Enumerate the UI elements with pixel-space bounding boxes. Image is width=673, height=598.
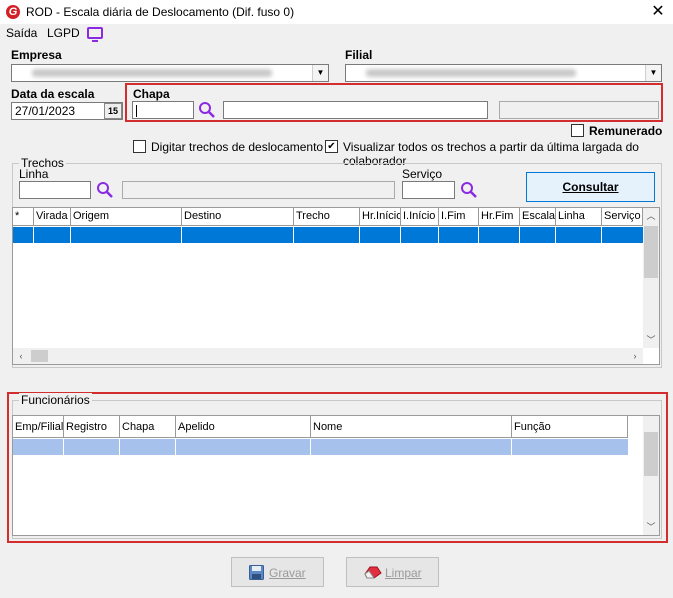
chapa-input[interactable] [132,101,194,119]
table-cell [294,227,360,243]
column-header[interactable]: Registro [64,416,120,438]
window-title: ROD - Escala diária de Deslocamento (Dif… [26,5,295,19]
scroll-right-icon[interactable]: › [627,348,643,364]
data-escala-value: 27/01/2023 [15,104,76,118]
table-cell [64,439,120,455]
search-icon[interactable] [96,181,114,199]
vertical-scrollbar[interactable]: ﹀ [643,416,659,535]
close-icon[interactable]: ✕ [648,2,668,22]
empresa-label: Empresa [11,48,62,62]
scroll-left-icon[interactable]: ‹ [13,348,29,364]
servico-label: Serviço [402,167,443,181]
search-icon[interactable] [198,101,216,119]
linha-label: Linha [19,167,49,181]
chevron-down-icon[interactable]: ▼ [312,65,328,81]
data-escala-label: Data da escala [11,87,95,101]
table-cell [360,227,401,243]
scroll-down-icon[interactable]: ﹀ [643,519,659,535]
column-header[interactable]: Nome [311,416,512,438]
column-header[interactable]: Trecho [294,208,360,226]
limpar-label: Limpar [385,566,422,580]
column-header[interactable]: I.Fim [439,208,479,226]
scroll-down-icon[interactable]: ﹀ [643,332,659,348]
column-header[interactable]: Origem [71,208,182,226]
table-cell [34,227,71,243]
table-cell [479,227,520,243]
funcionarios-grid[interactable]: Emp/Filial Registro Chapa Apelido Nome F… [12,415,660,536]
horizontal-scrollbar[interactable]: ‹ › [13,348,643,364]
search-icon[interactable] [460,181,478,199]
eraser-icon [364,566,382,579]
monitor-icon[interactable] [87,27,103,42]
table-cell [13,227,34,243]
table-row[interactable] [13,227,643,243]
table-row[interactable] [13,439,628,455]
column-header[interactable]: Virada [34,208,71,226]
scroll-thumb[interactable] [644,432,658,476]
column-header[interactable]: Hr.Fim [479,208,520,226]
funcionarios-title: Funcionários [19,393,92,407]
scroll-up-icon[interactable]: ︿ [643,208,659,224]
column-header[interactable]: Emp/Filial [13,416,64,438]
filial-label: Filial [345,48,373,62]
column-header[interactable]: Apelido [176,416,311,438]
column-header[interactable]: Linha [556,208,602,226]
column-header[interactable]: Serviço [602,208,643,226]
remunerado-label: Remunerado [589,124,663,138]
column-header[interactable]: * [13,208,34,226]
table-cell [71,227,182,243]
menu-saida[interactable]: Saída [6,26,37,40]
remunerado-checkbox[interactable] [571,124,584,137]
save-icon [249,565,264,580]
table-cell [520,227,556,243]
chapa-name-field[interactable] [223,101,488,119]
digitar-trechos-label: Digitar trechos de deslocamento [151,140,324,154]
chevron-down-icon[interactable]: ▼ [645,65,661,81]
table-cell [556,227,602,243]
vertical-scrollbar[interactable]: ︿ ﹀ [643,208,659,348]
gravar-label: Gravar [269,566,306,580]
table-cell [182,227,294,243]
linha-description-field [122,181,395,199]
linha-input[interactable] [19,181,91,199]
scroll-thumb[interactable] [644,226,658,278]
table-cell [401,227,439,243]
table-cell [176,439,311,455]
table-cell [311,439,512,455]
servico-input[interactable] [402,181,455,199]
chapa-extra-field [499,101,659,119]
column-header[interactable]: Chapa [120,416,176,438]
table-cell [13,439,64,455]
gravar-button[interactable]: Gravar [231,557,324,587]
table-cell [120,439,176,455]
column-header[interactable]: Hr.Início [360,208,401,226]
digitar-trechos-checkbox[interactable] [133,140,146,153]
menu-lgpd[interactable]: LGPD [47,26,80,40]
consultar-button[interactable]: Consultar [526,172,655,202]
limpar-button[interactable]: Limpar [346,557,439,587]
column-header[interactable]: Destino [182,208,294,226]
filial-select[interactable]: ▼ [345,64,662,82]
table-cell [439,227,479,243]
app-logo-icon: G [6,5,20,19]
column-header[interactable]: I.Início [401,208,439,226]
empresa-select[interactable]: ▼ [11,64,329,82]
trechos-grid[interactable]: * Virada Origem Destino Trecho Hr.Início… [12,207,660,365]
scroll-up-icon[interactable] [643,416,659,432]
visualizar-todos-checkbox[interactable]: ✔ [325,140,338,153]
column-header[interactable]: Função [512,416,628,438]
chapa-label: Chapa [133,87,170,101]
column-header[interactable]: Escala [520,208,556,226]
calendar-icon[interactable]: 15 [104,103,122,119]
scroll-thumb[interactable] [31,350,48,362]
